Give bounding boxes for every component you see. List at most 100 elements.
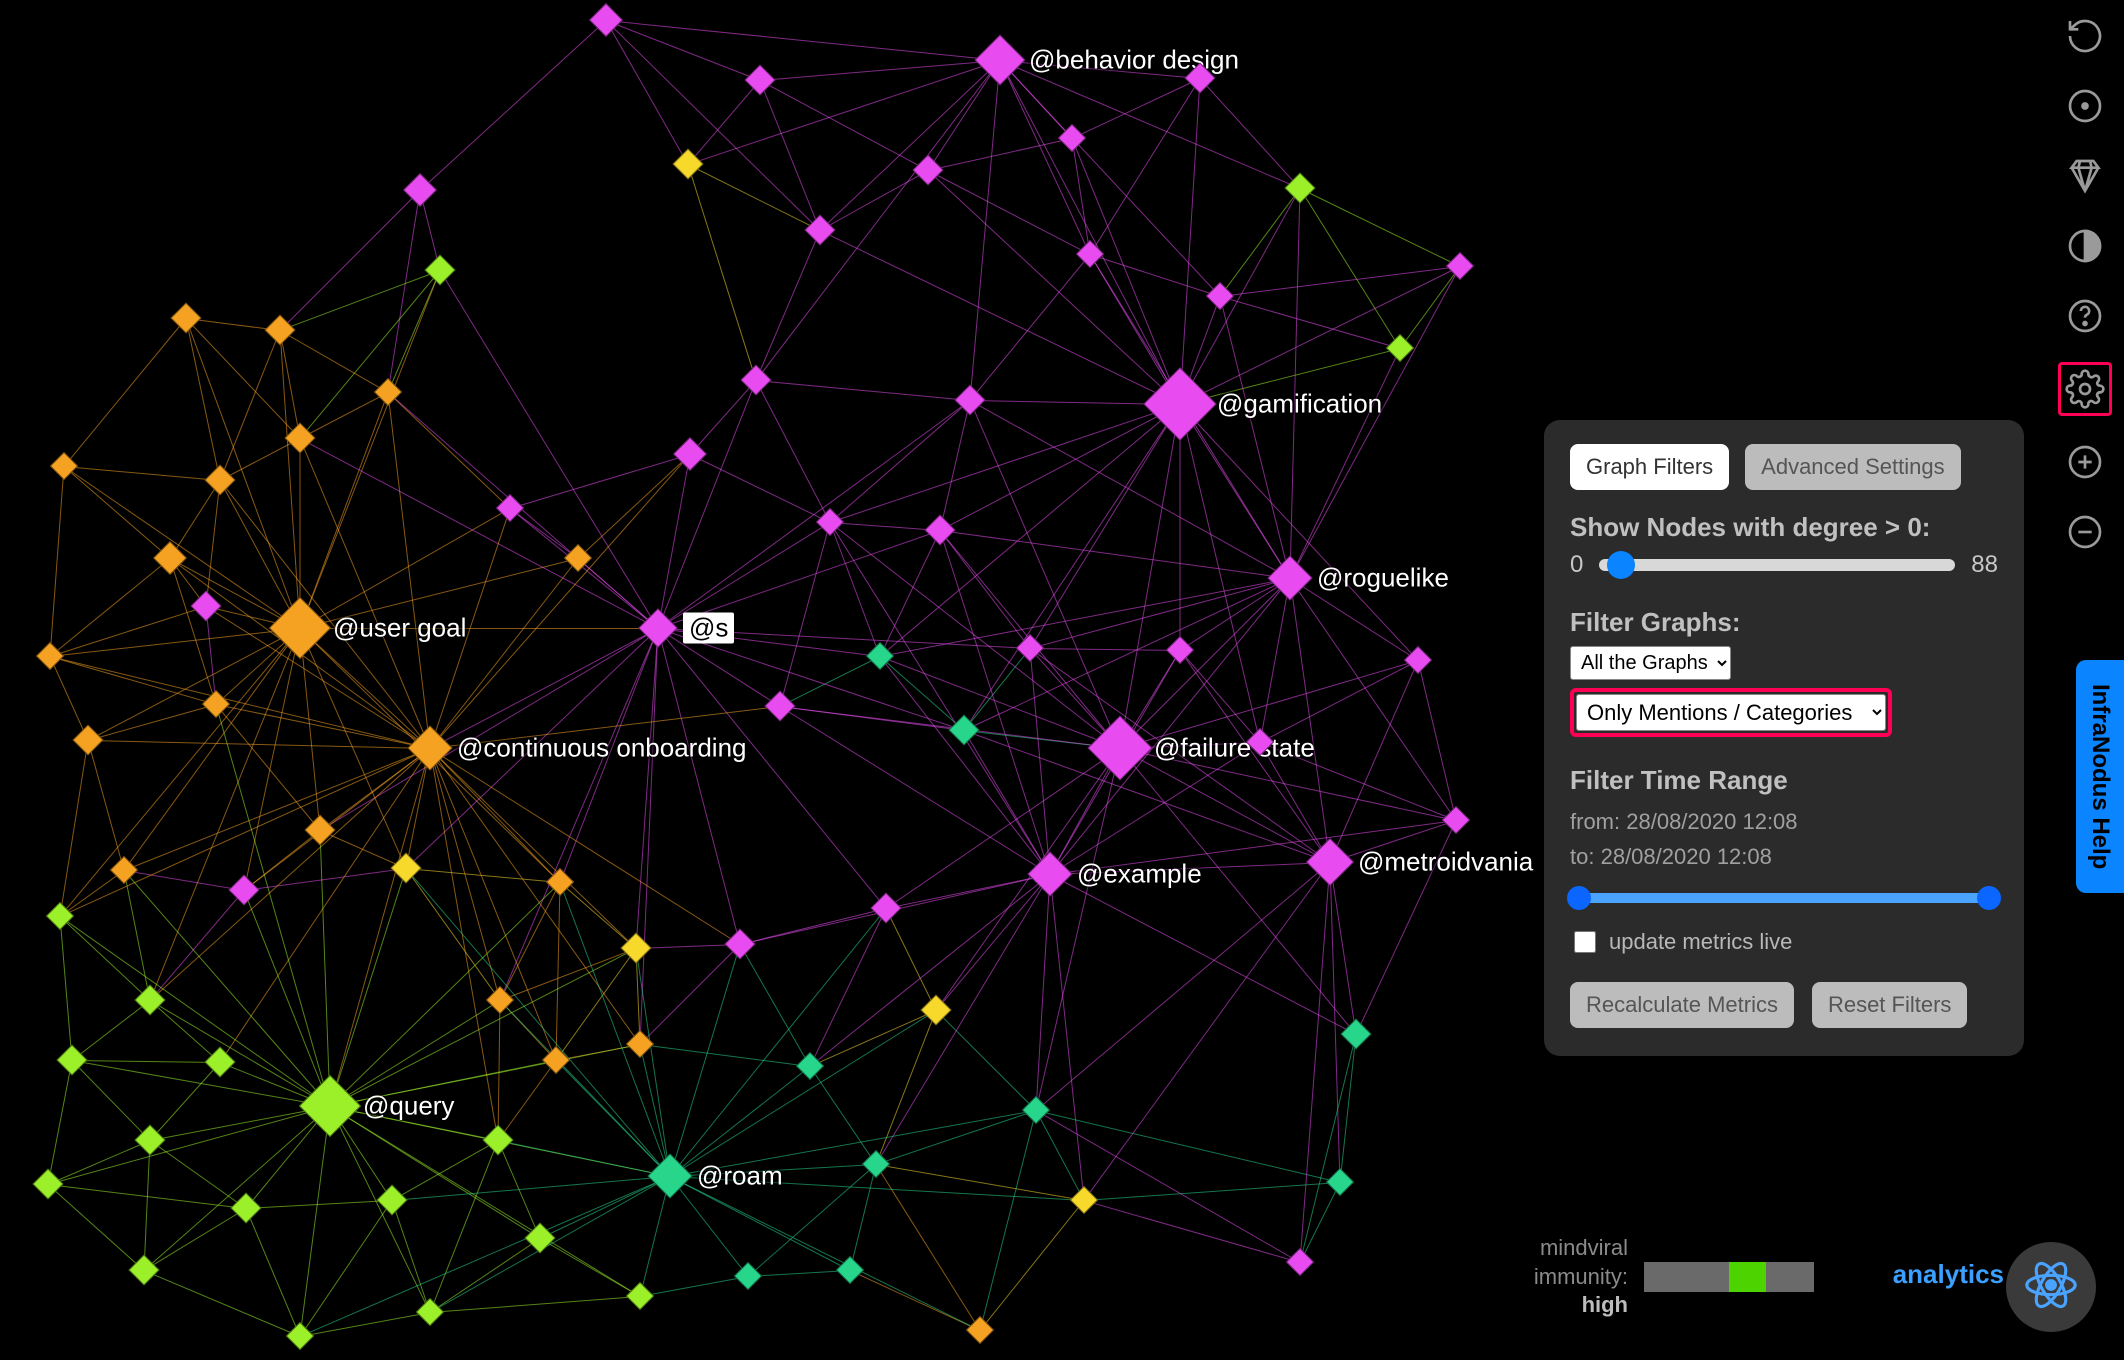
graph-node[interactable]: [1326, 1168, 1354, 1196]
graph-edge: [64, 466, 301, 629]
recalculate-button[interactable]: Recalculate Metrics: [1570, 982, 1794, 1028]
graph-edge: [48, 1060, 73, 1184]
node-label: @example: [1077, 859, 1202, 890]
mindviral-status: mindviral immunity: high: [1534, 1234, 1814, 1320]
graph-edge: [1290, 578, 1331, 862]
tab-advanced-settings[interactable]: Advanced Settings: [1745, 444, 1960, 490]
node-metroidvania[interactable]: [1306, 838, 1354, 886]
graph-edge: [886, 908, 937, 1010]
update-live-label: update metrics live: [1609, 929, 1792, 955]
graph-edge: [220, 330, 281, 480]
degree-slider[interactable]: [1599, 559, 1955, 571]
graph-node[interactable]: [72, 724, 103, 755]
graph-edge: [388, 392, 659, 629]
graph-edge: [940, 404, 1180, 531]
graph-node[interactable]: [482, 1124, 513, 1155]
graph-edge: [60, 916, 331, 1107]
graph-edge: [740, 944, 811, 1066]
update-live-row[interactable]: update metrics live: [1570, 928, 1998, 956]
graph-edge: [690, 454, 830, 523]
graph-edge: [320, 830, 331, 1106]
graph-edge: [60, 916, 151, 1001]
graph-edge: [124, 748, 430, 871]
graph-edge: [510, 454, 690, 509]
node-label: @query: [363, 1091, 454, 1122]
graph-node[interactable]: [230, 1192, 261, 1223]
update-live-checkbox[interactable]: [1574, 931, 1596, 953]
graph-edge: [64, 466, 171, 559]
graph-edge: [756, 60, 1001, 381]
graph-edge: [970, 60, 1001, 400]
graph-edge: [756, 380, 831, 522]
refresh-icon[interactable]: [2061, 12, 2109, 60]
graph-edge: [658, 628, 741, 944]
graph-edge: [820, 230, 1180, 405]
help-icon[interactable]: [2061, 292, 2109, 340]
graph-edge: [150, 628, 301, 1000]
graph-edge: [440, 270, 659, 629]
graph-node[interactable]: [966, 1316, 994, 1344]
graph-edge: [670, 1176, 980, 1331]
status-line1: mindviral: [1534, 1234, 1628, 1263]
minus-icon[interactable]: [2061, 508, 2109, 556]
graph-edge: [688, 164, 757, 380]
graph-edge: [1180, 188, 1301, 404]
graph-node[interactable]: [862, 1150, 890, 1178]
graph-node[interactable]: [416, 1298, 444, 1326]
graph-node[interactable]: [204, 464, 235, 495]
graph-node[interactable]: [764, 690, 795, 721]
graph-node[interactable]: [672, 148, 703, 179]
time-range-slider[interactable]: [1570, 884, 1998, 912]
filter-graphs-heading: Filter Graphs:: [1570, 607, 1998, 638]
reset-filters-button[interactable]: Reset Filters: [1812, 982, 1967, 1028]
graph-node[interactable]: [954, 384, 985, 415]
graph-node[interactable]: [1286, 1248, 1314, 1276]
graph-edge: [280, 190, 421, 331]
contrast-icon[interactable]: [2061, 222, 2109, 270]
graph-edge: [658, 628, 781, 707]
plus-icon[interactable]: [2061, 438, 2109, 486]
analytics-fab[interactable]: [2006, 1242, 2096, 1332]
graph-edge: [940, 530, 1290, 579]
graph-edge: [150, 1106, 330, 1141]
graph-node[interactable]: [110, 856, 138, 884]
graph-node[interactable]: [796, 1052, 824, 1080]
graph-edge: [606, 20, 1000, 61]
graph-edge: [670, 908, 887, 1177]
graph-node[interactable]: [1166, 636, 1194, 664]
graph-edge: [1220, 266, 1460, 297]
graph-edge: [1180, 404, 1261, 742]
graph-edge: [244, 890, 331, 1106]
graph-edge: [810, 874, 1051, 1067]
mentions-select[interactable]: Only Mentions / Categories: [1576, 694, 1886, 731]
graphs-select[interactable]: All the Graphs: [1570, 646, 1731, 680]
graph-edge: [670, 1176, 749, 1277]
node-gamification[interactable]: [1143, 367, 1217, 441]
graph-node[interactable]: [190, 590, 221, 621]
help-tab[interactable]: InfraNodus Help: [2076, 660, 2124, 893]
graph-edge: [850, 1164, 877, 1270]
diamond-icon[interactable]: [2061, 152, 2109, 200]
graph-edge: [1330, 660, 1419, 862]
graph-node[interactable]: [1446, 252, 1474, 280]
target-icon[interactable]: [2061, 82, 2109, 130]
time-from-label: from:: [1570, 809, 1620, 834]
graph-edge: [1000, 60, 1181, 404]
graph-edge: [970, 254, 1091, 401]
tab-graph-filters[interactable]: Graph Filters: [1570, 444, 1729, 490]
graph-node[interactable]: [924, 514, 955, 545]
graph-edge: [430, 1296, 640, 1313]
graph-edge: [1180, 650, 1331, 863]
graph-edge: [88, 740, 125, 870]
time-from-value: 28/08/2020 12:08: [1626, 809, 1797, 834]
time-to-label: to:: [1570, 844, 1594, 869]
graph-node[interactable]: [626, 1282, 654, 1310]
graph-edge: [760, 60, 1000, 81]
graph-edge: [1120, 748, 1330, 863]
analytics-link[interactable]: analytics: [1893, 1259, 2004, 1290]
gear-icon[interactable]: [2058, 362, 2112, 416]
graph-node[interactable]: [1442, 806, 1470, 834]
graph-node[interactable]: [286, 1322, 314, 1350]
graph-edge: [300, 628, 658, 629]
node-example[interactable]: [1027, 851, 1072, 896]
